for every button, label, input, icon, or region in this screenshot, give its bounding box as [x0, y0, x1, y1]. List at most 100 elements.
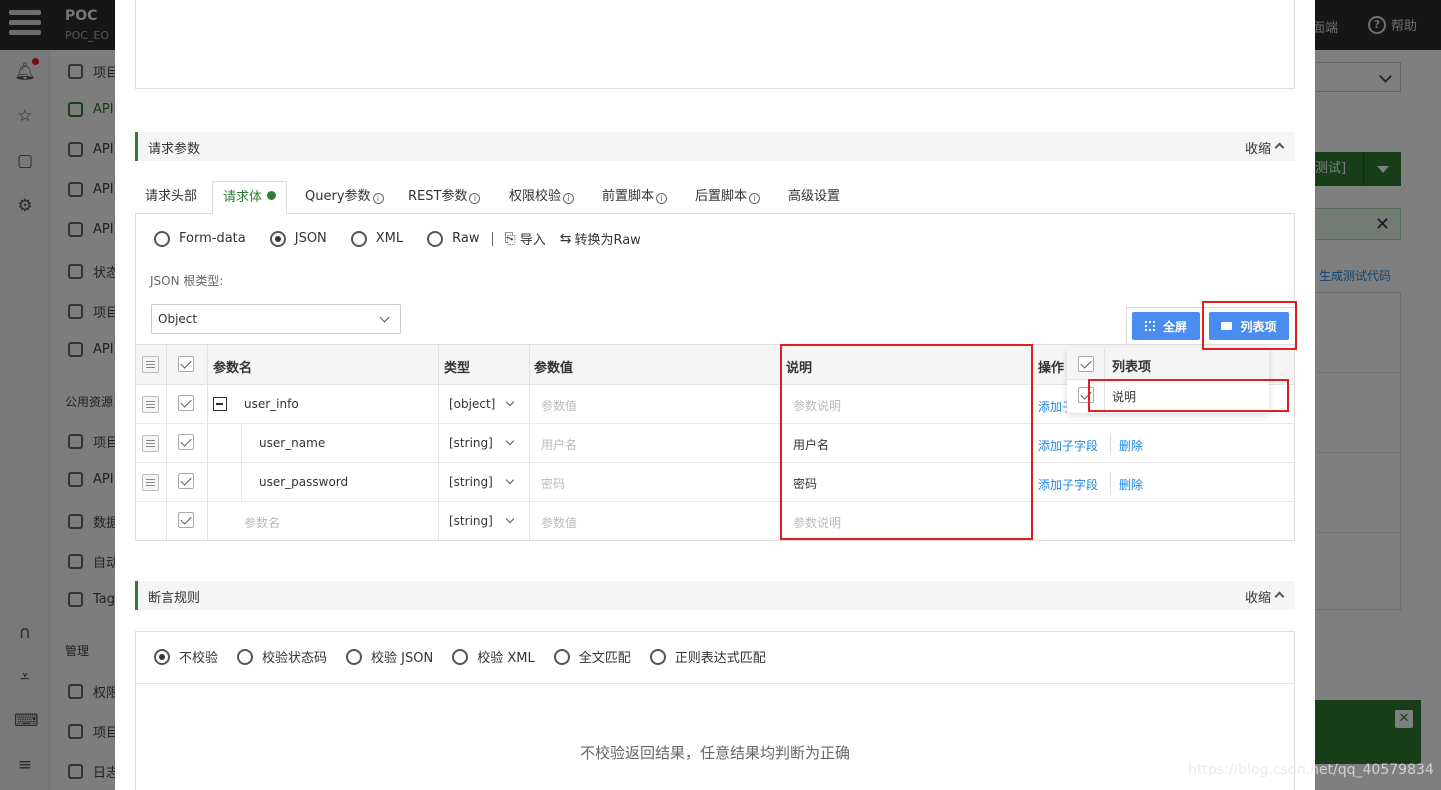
table-row: user_name [string] 用户名 用户名 添加子字段 删除 [136, 424, 1294, 463]
tab-auth[interactable]: 权限校验 i [509, 181, 575, 214]
radio-form-data[interactable]: Form-data [154, 230, 246, 247]
param-value-input[interactable]: 参数值 [541, 397, 577, 414]
request-params-header: 请求参数 收缩 [135, 132, 1295, 161]
section-title: 断言规则 [148, 591, 201, 606]
row-checkbox[interactable] [178, 473, 194, 489]
radio-json[interactable]: JSON [269, 230, 327, 247]
import-button[interactable]: ⎘ 导入 [505, 229, 546, 249]
body-type-group: Form-data JSON XML Raw ⎘ 导入 ⇆ 转换为Raw [154, 229, 641, 248]
columns-popup-title: 列表项 [1112, 360, 1152, 375]
radio-no-check[interactable]: 不校验 [154, 647, 218, 666]
highlight-columns-button [1202, 301, 1297, 350]
param-name[interactable]: user_password [259, 475, 348, 489]
tab-query-params[interactable]: Query参数 i [305, 181, 384, 214]
drag-handle-icon[interactable] [142, 396, 159, 413]
add-child-field-link[interactable]: 添加子字段 [1038, 476, 1098, 493]
highlight-desc-column [780, 344, 1033, 540]
param-name[interactable]: user_name [259, 436, 325, 450]
chevron-down-icon [505, 436, 515, 446]
divider [1110, 433, 1111, 455]
header-type: 类型 [444, 361, 471, 376]
radio-regex-match[interactable]: 正则表达式匹配 [649, 647, 766, 666]
info-icon: i [469, 193, 481, 204]
divider [491, 231, 493, 246]
json-root-label: JSON 根类型: [150, 274, 224, 288]
radio-full-match[interactable]: 全文匹配 [553, 647, 631, 666]
chevron-down-icon [505, 397, 515, 407]
json-root-select[interactable]: Object [151, 304, 401, 334]
radio-icon [346, 648, 363, 665]
param-value-input[interactable]: 用户名 [541, 436, 577, 453]
param-name-input[interactable]: 参数名 [244, 514, 280, 531]
delete-link[interactable]: 删除 [1119, 476, 1143, 493]
radio-status-code[interactable]: 校验状态码 [237, 647, 327, 666]
radio-xml[interactable]: XML [350, 230, 403, 247]
radio-icon [427, 230, 444, 247]
param-type-select[interactable]: [object] [449, 397, 495, 411]
header-ops: 操作 [1038, 361, 1065, 376]
radio-icon [553, 648, 570, 665]
info-icon: i [656, 193, 668, 204]
tab-advanced[interactable]: 高级设置 [788, 181, 840, 214]
param-name[interactable]: user_info [244, 397, 299, 411]
highlight-column-item [1088, 379, 1289, 412]
chevron-up-icon[interactable] [1274, 142, 1285, 153]
collapse-button[interactable]: 收缩 [1245, 587, 1271, 606]
description-textarea[interactable] [135, 0, 1295, 89]
header-name: 参数名 [213, 361, 253, 376]
radio-icon [452, 648, 469, 665]
tab-request-header[interactable]: 请求头部 [145, 181, 197, 214]
section-title: 请求参数 [148, 142, 201, 157]
divider [1110, 472, 1111, 494]
table-row-new: 参数名 [string] 参数值 参数说明 [136, 502, 1294, 541]
info-icon: i [563, 193, 575, 204]
expand-icon [1144, 321, 1155, 331]
drag-handle-icon[interactable] [142, 435, 159, 452]
tab-rest-params[interactable]: REST参数 i [408, 181, 481, 214]
assertion-header: 断言规则 收缩 [135, 581, 1295, 610]
chevron-down-icon [505, 514, 515, 524]
watermark: https://blog.csdn.net/qq_40579834 [1188, 762, 1434, 778]
param-type-select[interactable]: [string] [449, 514, 493, 528]
param-value-input[interactable]: 密码 [541, 475, 565, 492]
row-checkbox[interactable] [178, 512, 194, 528]
drag-handle-icon[interactable] [142, 474, 159, 491]
divider [136, 683, 1294, 684]
radio-icon [154, 648, 170, 665]
select-all-columns-checkbox[interactable] [1078, 356, 1094, 372]
collapse-node-icon[interactable] [213, 397, 227, 411]
tab-request-body[interactable]: 请求体 [212, 181, 288, 214]
api-edit-modal: 请求参数 收缩 请求头部 请求体 Query参数 i REST参数 i 权限校验 i … [115, 0, 1315, 790]
param-type-select[interactable]: [string] [449, 436, 493, 450]
collapse-button[interactable]: 收缩 [1245, 138, 1271, 157]
drag-handle-icon[interactable] [142, 356, 159, 373]
columns-popup-header: 列表项 [1067, 348, 1269, 380]
assertion-message: 不校验返回结果，任意结果均判断为正确 [579, 744, 850, 762]
row-checkbox[interactable] [178, 395, 194, 411]
header-value: 参数值 [534, 361, 574, 376]
add-child-field-link[interactable]: 添加子字段 [1038, 437, 1098, 454]
request-tabs: 请求头部 请求体 Query参数 i REST参数 i 权限校验 i 前置脚本 i 后置… [135, 181, 1295, 214]
tab-pre-script[interactable]: 前置脚本 i [602, 181, 668, 214]
convert-raw-button[interactable]: ⇆ 转换为Raw [559, 229, 641, 249]
radio-icon [350, 230, 367, 247]
chevron-down-icon [505, 475, 515, 485]
info-icon: i [372, 193, 384, 204]
radio-check-json[interactable]: 校验 JSON [346, 647, 433, 666]
active-dot-icon [267, 191, 277, 200]
radio-raw[interactable]: Raw [427, 230, 480, 247]
select-all-checkbox[interactable] [178, 356, 194, 372]
divider [1104, 348, 1105, 380]
fullscreen-button[interactable]: 全屏 [1132, 312, 1200, 340]
radio-check-xml[interactable]: 校验 XML [452, 647, 535, 666]
param-type-select[interactable]: [string] [449, 475, 493, 489]
radio-icon [237, 648, 254, 665]
chevron-up-icon[interactable] [1274, 591, 1285, 602]
row-checkbox[interactable] [178, 434, 194, 450]
radio-icon [649, 648, 666, 665]
swap-icon: ⇆ [559, 230, 572, 247]
param-value-input[interactable]: 参数值 [541, 514, 577, 531]
delete-link[interactable]: 删除 [1119, 437, 1143, 454]
radio-icon [154, 230, 170, 247]
tab-post-script[interactable]: 后置脚本 i [695, 181, 761, 214]
